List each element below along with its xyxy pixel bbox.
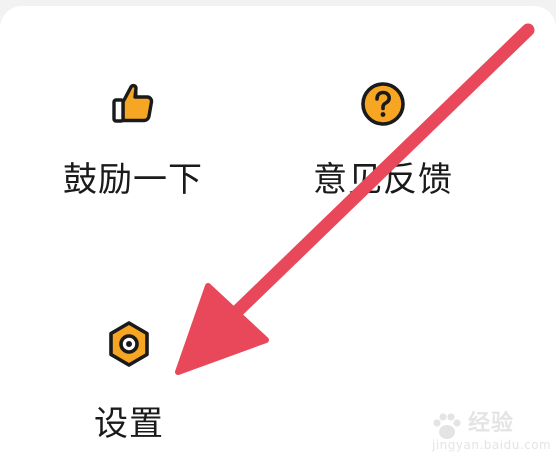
screen: 鼓励一下 意见反馈 设置 经验 jingyan.baidu.com bbox=[0, 0, 556, 464]
encourage-button[interactable]: 鼓励一下 bbox=[40, 78, 226, 200]
settings-label: 设置 bbox=[94, 404, 164, 444]
feedback-label: 意见反馈 bbox=[313, 160, 453, 200]
thumbs-up-icon bbox=[112, 83, 154, 123]
encourage-label: 鼓励一下 bbox=[63, 160, 203, 200]
question-icon bbox=[361, 82, 405, 126]
menu-panel: 鼓励一下 意见反馈 设置 bbox=[0, 6, 556, 464]
settings-gear-icon bbox=[109, 321, 149, 367]
settings-button[interactable]: 设置 bbox=[36, 318, 222, 444]
feedback-button[interactable]: 意见反馈 bbox=[290, 78, 476, 200]
